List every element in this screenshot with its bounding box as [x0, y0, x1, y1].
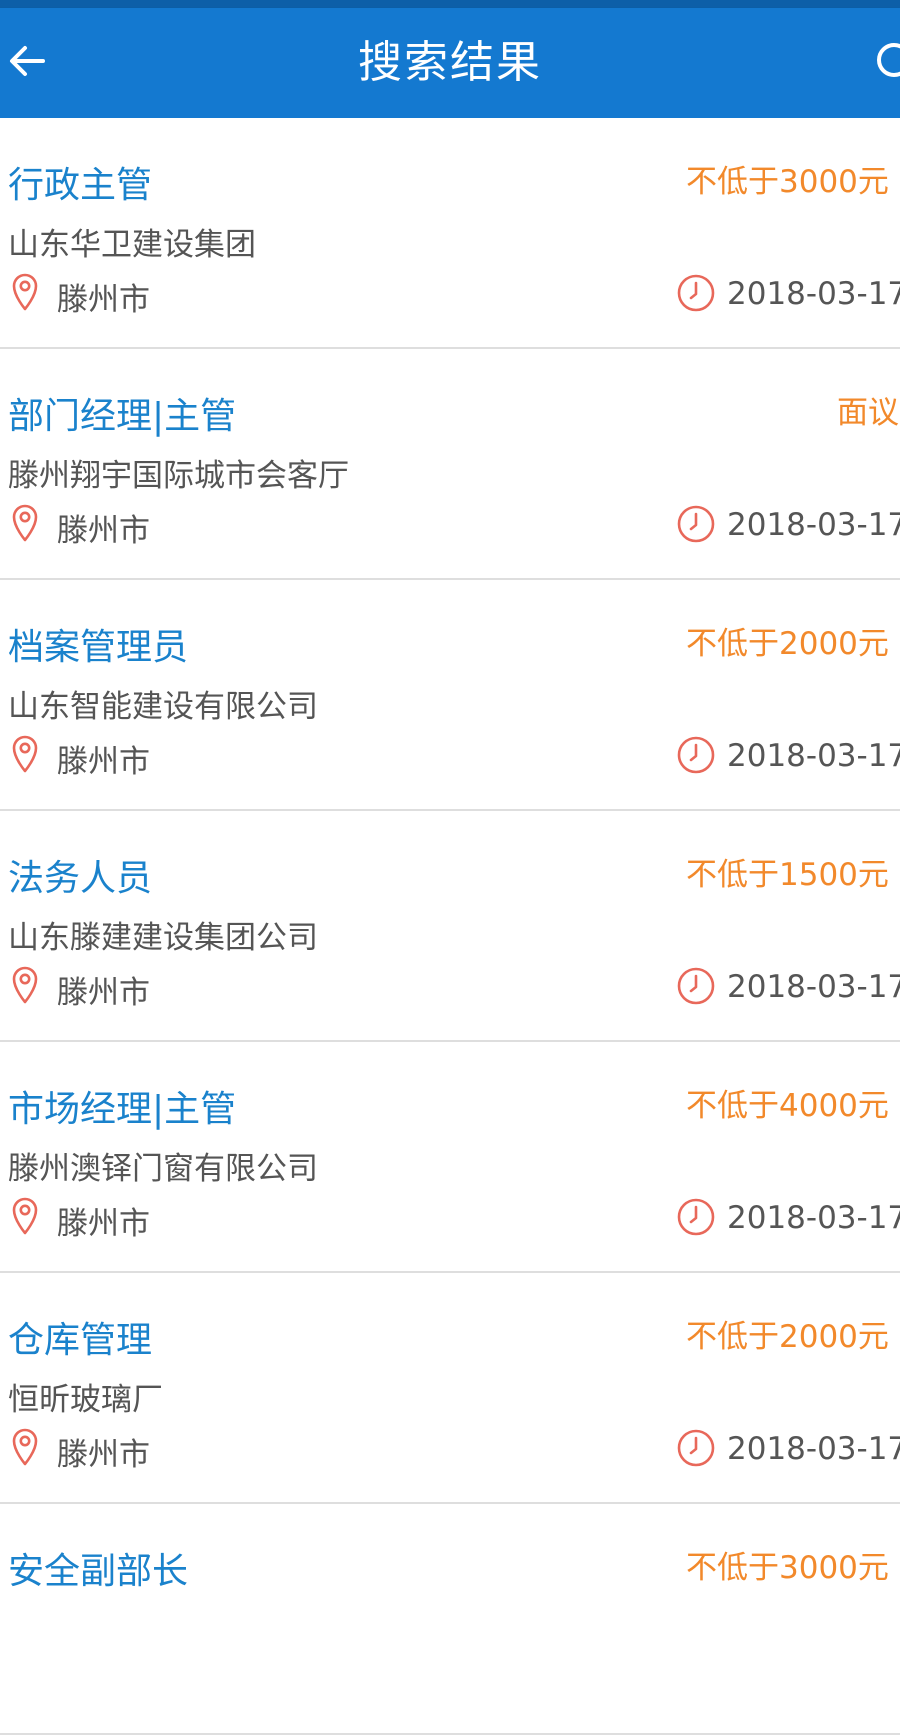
job-list-item[interactable]: 档案管理员 不低于2000元山东智能建设有限公司滕州市 2018-03-17	[0, 580, 900, 811]
job-list-item[interactable]: 仓库管理 不低于2000元恒昕玻璃厂滕州市 2018-03-17	[0, 1273, 900, 1504]
job-list: 行政主管 不低于3000元 山东华卫建设集团 滕州市 2018-03-17 部门经理|主管…	[0, 118, 900, 1735]
post-date: 2018-03-17	[727, 507, 900, 543]
company-name: 山东滕建建设集团公司	[8, 920, 318, 956]
clock-icon	[676, 1428, 716, 1468]
job-title: 仓库管理	[8, 1320, 153, 1361]
job-salary: 不低于2000元	[686, 1319, 889, 1355]
arrow-left-icon	[10, 46, 45, 76]
job-location: 滕州市	[57, 975, 150, 1011]
search-icon	[877, 43, 900, 77]
post-date: 2018-03-17	[727, 738, 900, 774]
job-salary: 不低于1500元	[686, 857, 889, 893]
job-location: 滕州市	[57, 1437, 150, 1473]
company-name: 山东华卫建设集团	[8, 227, 256, 263]
location-pin-icon	[10, 734, 40, 774]
location-pin-icon	[10, 272, 40, 312]
clock-icon	[676, 1197, 716, 1237]
company-name: 滕州澳铎门窗有限公司	[8, 1151, 318, 1187]
company-name: 恒昕玻璃厂	[8, 1382, 163, 1418]
job-salary: 不低于4000元	[686, 1088, 889, 1124]
search-button[interactable]	[860, 38, 900, 88]
job-title: 市场经理|主管	[8, 1089, 237, 1130]
job-title: 法务人员	[8, 858, 153, 899]
job-salary: 不低于3000元	[686, 164, 889, 200]
job-title: 安全副部长	[8, 1551, 189, 1592]
location-pin-icon	[10, 503, 40, 543]
location-pin-icon	[10, 1427, 40, 1467]
company-name: 山东智能建设有限公司	[8, 689, 318, 725]
post-date: 2018-03-17	[727, 1200, 900, 1236]
job-title: 档案管理员	[8, 627, 189, 668]
job-location: 滕州市	[57, 513, 150, 549]
job-list-item[interactable]: 市场经理|主管 不低于4000元滕州澳铎门窗有限公司滕州市 2018-03-17	[0, 1042, 900, 1273]
company-name: 滕州翔宇国际城市会客厅	[8, 458, 349, 494]
post-date: 2018-03-17	[727, 276, 900, 312]
clock-icon	[676, 504, 716, 544]
clock-icon	[676, 735, 716, 775]
status-bar	[0, 0, 900, 8]
job-location: 滕州市	[57, 1206, 150, 1242]
clock-icon	[676, 273, 716, 313]
location-pin-icon	[10, 965, 40, 1005]
app-bar: 搜索结果	[0, 8, 900, 118]
job-salary: 不低于2000元	[686, 626, 889, 662]
job-salary: 面议	[837, 395, 899, 431]
job-list-item[interactable]: 安全副部长 不低于3000元	[0, 1504, 900, 1735]
location-pin-icon	[10, 1196, 40, 1236]
back-button[interactable]	[0, 34, 54, 88]
page-title: 搜索结果	[358, 37, 542, 88]
job-list-item[interactable]: 行政主管 不低于3000元山东华卫建设集团滕州市 2018-03-17	[0, 118, 900, 349]
job-title: 行政主管	[8, 165, 153, 206]
job-list-item[interactable]: 部门经理|主管 面议滕州翔宇国际城市会客厅滕州市 2018-03-17	[0, 349, 900, 580]
job-salary: 不低于3000元	[686, 1550, 889, 1586]
post-date: 2018-03-17	[727, 969, 900, 1005]
job-list-item[interactable]: 法务人员 不低于1500元山东滕建建设集团公司滕州市 2018-03-17	[0, 811, 900, 1042]
clock-icon	[676, 966, 716, 1006]
job-title: 部门经理|主管	[8, 396, 237, 437]
job-location: 滕州市	[57, 744, 150, 780]
job-location: 滕州市	[57, 282, 150, 318]
post-date: 2018-03-17	[727, 1431, 900, 1467]
